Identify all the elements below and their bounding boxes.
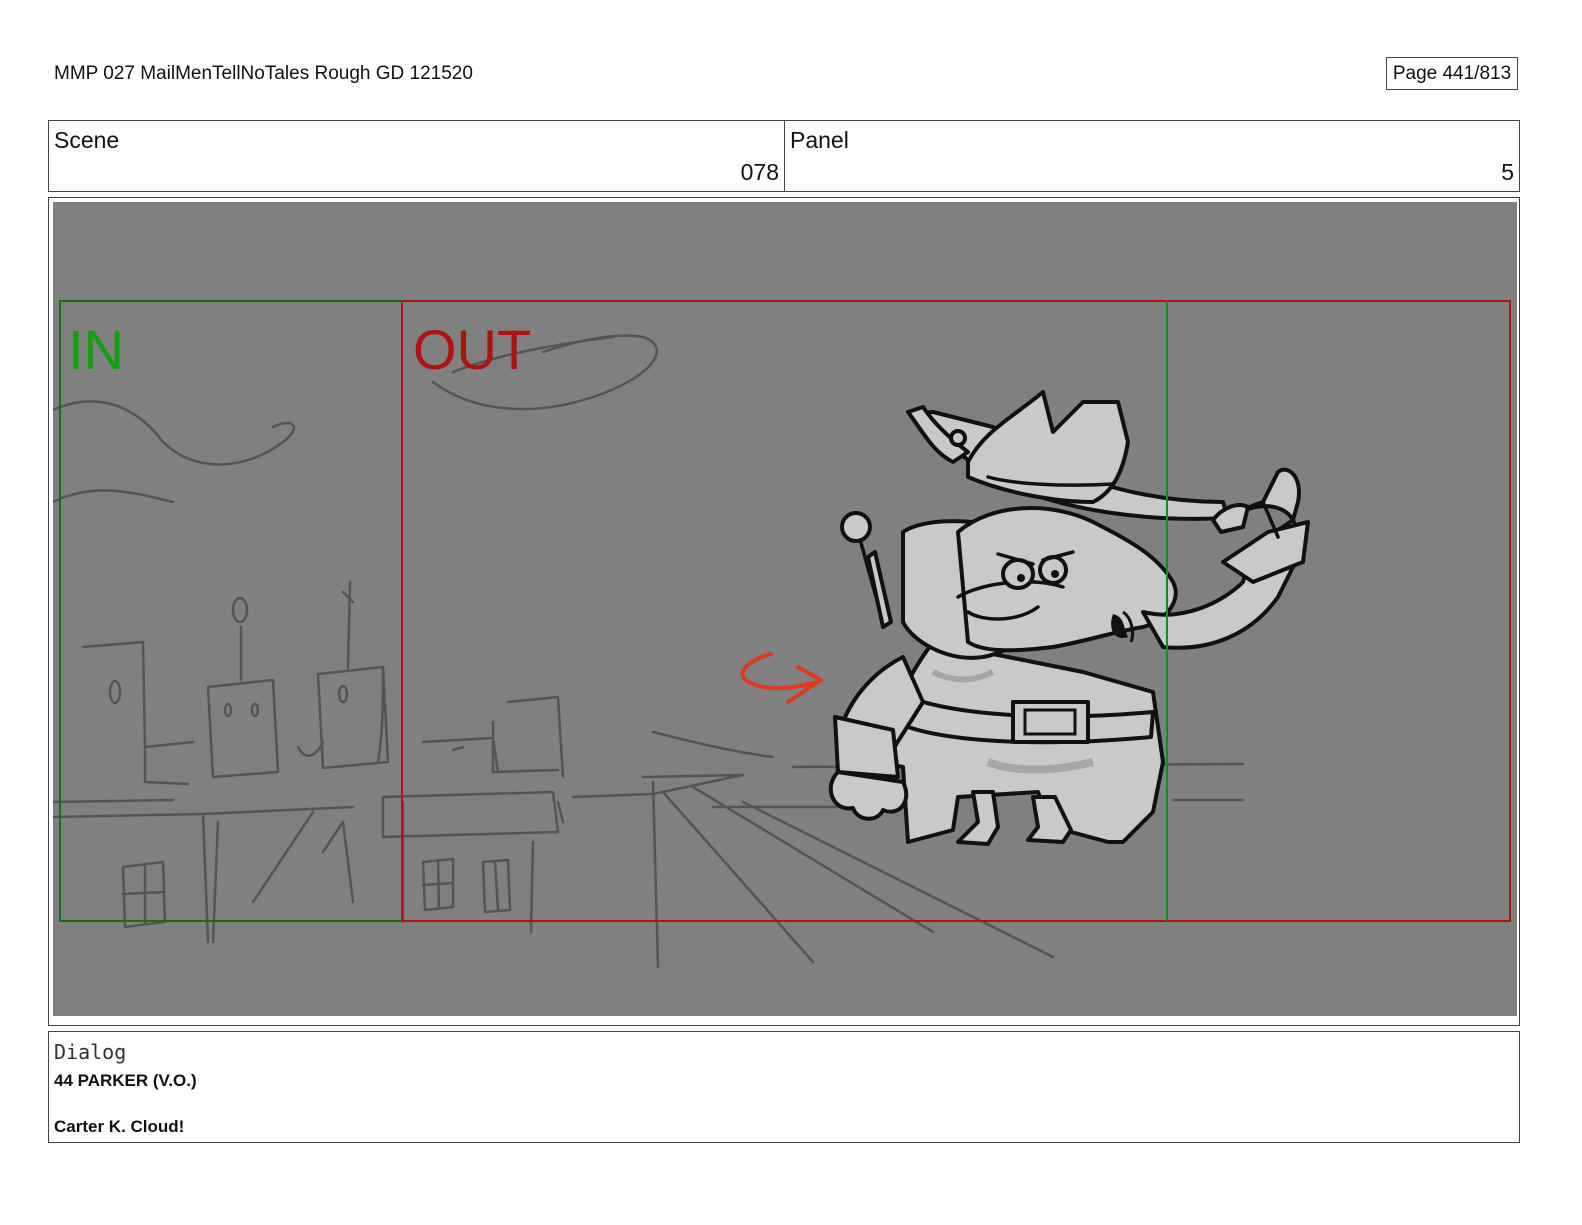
dialog-box: Dialog 44 PARKER (V.O.) Carter K. Cloud! <box>48 1031 1520 1143</box>
panel-background <box>53 202 1517 1016</box>
dialog-label: Dialog <box>54 1040 127 1064</box>
scene-number: 078 <box>740 159 779 185</box>
panel-number: 5 <box>1501 159 1514 185</box>
panel-label: Panel <box>790 127 849 153</box>
document-title: MMP 027 MailMenTellNoTales Rough GD 1215… <box>54 63 473 84</box>
scene-panel-row: Scene 078 Panel 5 <box>48 120 1520 192</box>
dialog-line: Carter K. Cloud! <box>54 1117 185 1136</box>
storyboard-frame: IN OUT <box>48 197 1520 1026</box>
scene-cell: Scene 078 <box>49 121 785 191</box>
out-label: OUT <box>413 318 531 381</box>
page-number-badge: Page 441/813 <box>1386 57 1518 90</box>
dialog-speaker: 44 PARKER (V.O.) <box>54 1071 197 1090</box>
storyboard-panel-image: IN OUT <box>53 202 1517 1016</box>
scene-label: Scene <box>54 127 120 153</box>
in-label: IN <box>68 318 124 381</box>
panel-cell: Panel 5 <box>785 121 1519 191</box>
